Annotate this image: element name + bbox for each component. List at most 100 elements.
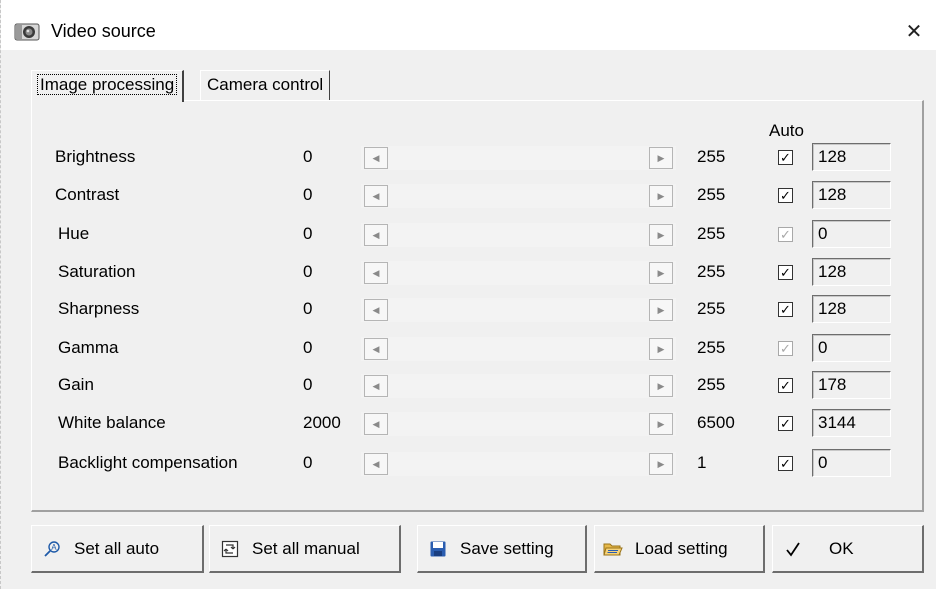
auto-checkbox[interactable]: ✓ [778,265,793,280]
auto-checkbox[interactable]: ✓ [778,378,793,393]
property-label: Sharpness [58,299,140,318]
checkmark-icon [783,540,803,558]
property-row-sharpness: Sharpness 0 ◀ ▶ 255 ✓ 128 [1,295,936,325]
checkmark-icon: ✓ [780,456,791,471]
scroll-right-button[interactable]: ▶ [646,337,676,361]
value-slider[interactable]: ◀ ▶ [361,452,676,476]
button-label: Set all auto [74,538,160,558]
value-field[interactable]: 0 [812,334,891,362]
button-label: Set all manual [252,538,360,558]
arrow-right-icon: ▶ [657,152,665,163]
value-slider[interactable]: ◀ ▶ [361,374,676,398]
tab-image-processing[interactable]: Image processing [31,70,185,102]
max-value: 255 [697,262,726,281]
property-label: Saturation [58,262,136,281]
value-slider[interactable]: ◀ ▶ [361,412,676,436]
value-slider[interactable]: ◀ ▶ [361,298,676,322]
value-slider[interactable]: ◀ ▶ [361,261,676,285]
value-field[interactable]: 128 [812,258,891,286]
arrow-left-icon: ◀ [372,418,380,429]
scroll-left-button[interactable]: ◀ [361,452,391,476]
property-row-contrast: Contrast 0 ◀ ▶ 255 ✓ 128 [1,181,936,211]
checkmark-icon: ✓ [780,341,791,356]
arrow-right-icon: ▶ [657,418,665,429]
value-field[interactable]: 3144 [812,409,891,437]
button-label: OK [829,538,854,558]
property-row-hue: Hue 0 ◀ ▶ 255 ✓ 0 [1,220,936,250]
value-slider[interactable]: ◀ ▶ [361,337,676,361]
scroll-right-button[interactable]: ▶ [646,223,676,247]
camera-app-icon [14,23,40,41]
auto-checkbox[interactable]: ✓ [778,416,793,431]
scroll-right-button[interactable]: ▶ [646,412,676,436]
value-field[interactable]: 0 [812,220,891,248]
ok-button[interactable]: OK [772,525,924,573]
scroll-right-button[interactable]: ▶ [646,146,676,170]
button-label: Load setting [635,538,728,558]
auto-checkbox[interactable]: ✓ [778,302,793,317]
set-all-manual-button[interactable]: Set all manual [209,525,401,573]
scroll-left-button[interactable]: ◀ [361,184,391,208]
scroll-left-button[interactable]: ◀ [361,223,391,247]
min-value: 0 [303,299,313,318]
value-slider[interactable]: ◀ ▶ [361,184,676,208]
value-slider[interactable]: ◀ ▶ [361,146,676,170]
auto-checkbox[interactable]: ✓ [778,227,793,242]
min-value: 0 [303,453,313,472]
arrow-left-icon: ◀ [372,267,380,278]
max-value: 255 [697,299,726,318]
value-field[interactable]: 128 [812,295,891,323]
value-field[interactable]: 0 [812,449,891,477]
auto-checkbox[interactable]: ✓ [778,150,793,165]
min-value: 0 [303,185,313,204]
button-label: Save setting [460,538,554,558]
property-label: White balance [58,413,166,432]
auto-column-header: Auto [769,121,804,140]
value-field[interactable]: 128 [812,181,891,209]
property-label: Backlight compensation [58,453,238,472]
property-label: Gain [58,375,94,394]
arrow-left-icon: ◀ [372,458,380,469]
arrow-left-icon: ◀ [372,380,380,391]
save-setting-button[interactable]: Save setting [417,525,587,573]
scroll-left-button[interactable]: ◀ [361,412,391,436]
min-value: 0 [303,375,313,394]
auto-checkbox[interactable]: ✓ [778,188,793,203]
scroll-right-button[interactable]: ▶ [646,298,676,322]
arrow-left-icon: ◀ [372,229,380,240]
arrow-left-icon: ◀ [372,304,380,315]
scroll-right-button[interactable]: ▶ [646,261,676,285]
max-value: 255 [697,224,726,243]
arrow-right-icon: ▶ [657,458,665,469]
set-all-auto-button[interactable]: A Set all auto [31,525,204,573]
min-value: 0 [303,262,313,281]
scroll-left-button[interactable]: ◀ [361,261,391,285]
scroll-left-button[interactable]: ◀ [361,298,391,322]
value-slider[interactable]: ◀ ▶ [361,223,676,247]
folder-open-icon [603,540,623,558]
tab-camera-control[interactable]: Camera control [200,70,331,101]
auto-wand-icon: A [42,540,62,558]
close-button[interactable]: ✕ [891,14,936,48]
scroll-left-button[interactable]: ◀ [361,146,391,170]
checkmark-icon: ✓ [780,378,791,393]
max-value: 255 [697,185,726,204]
scroll-left-button[interactable]: ◀ [361,374,391,398]
title-bar: Video source ✕ [1,0,936,50]
value-field[interactable]: 178 [812,371,891,399]
scroll-right-button[interactable]: ▶ [646,374,676,398]
scroll-left-button[interactable]: ◀ [361,337,391,361]
checkmark-icon: ✓ [780,188,791,203]
scroll-right-button[interactable]: ▶ [646,184,676,208]
min-value: 2000 [303,413,341,432]
min-value: 0 [303,224,313,243]
auto-checkbox[interactable]: ✓ [778,341,793,356]
value-field[interactable]: 128 [812,143,891,171]
min-value: 0 [303,338,313,357]
max-value: 255 [697,147,726,166]
scroll-right-button[interactable]: ▶ [646,452,676,476]
arrow-right-icon: ▶ [657,229,665,240]
arrow-right-icon: ▶ [657,267,665,278]
auto-checkbox[interactable]: ✓ [778,456,793,471]
load-setting-button[interactable]: Load setting [594,525,765,573]
